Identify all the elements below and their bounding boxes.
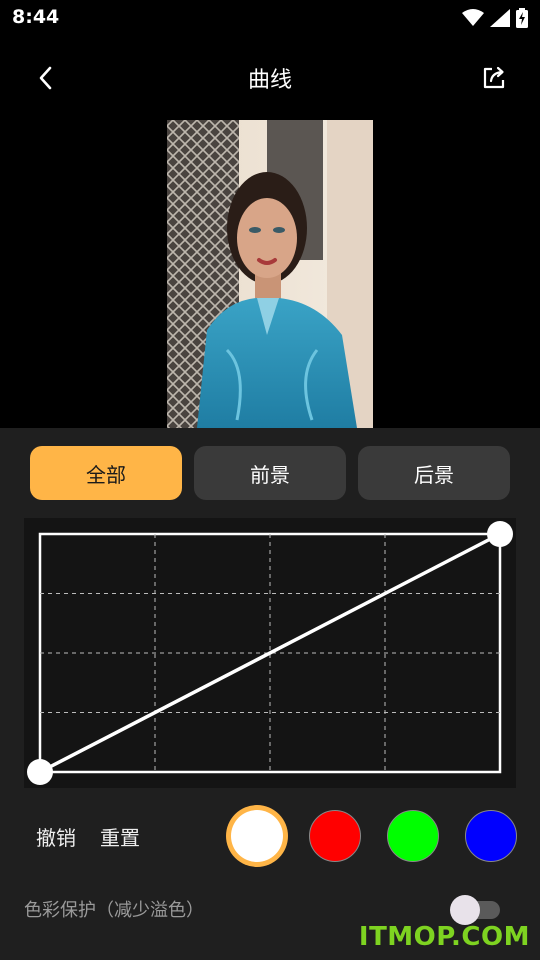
tab-background[interactable]: 后景 [358,446,510,500]
tab-foreground[interactable]: 前景 [194,446,346,500]
color-protect-toggle[interactable] [450,894,500,925]
curve-editor[interactable] [24,518,516,788]
channel-blue-swatch[interactable] [465,810,517,862]
channel-red-swatch[interactable] [309,810,361,862]
curve-graph [27,521,513,785]
photo-preview [167,120,373,428]
channel-white-swatch[interactable] [231,810,283,862]
page-title: 曲线 [247,68,292,93]
curve-point-end[interactable] [487,521,513,547]
export-icon [483,66,505,89]
curve-panel: 全部 前景 后景 撤销 重置 色彩保护（减少溢色） [0,428,540,960]
undo-button[interactable]: 撤销 [36,822,76,851]
reset-button[interactable]: 重置 [100,822,140,851]
top-bar: 曲线 [0,50,540,106]
curve-point-start[interactable] [27,759,53,785]
toggle-knob [450,895,480,925]
status-time: 8:44 [12,6,60,28]
tab-bar: 全部 前景 后景 [30,446,510,500]
status-icons [462,6,528,30]
signal-icon [490,9,510,27]
control-row: 撤销 重置 [0,808,540,864]
watermark: ITMOP.COM [358,922,530,952]
wifi-icon [462,9,484,26]
color-protect-label: 色彩保护（减少溢色） [24,900,204,921]
tab-all[interactable]: 全部 [30,446,182,500]
export-button[interactable] [474,58,514,98]
portrait-image [167,120,373,428]
channel-green-swatch[interactable] [387,810,439,862]
status-bar: 8:44 [0,0,540,36]
battery-icon [516,8,528,28]
